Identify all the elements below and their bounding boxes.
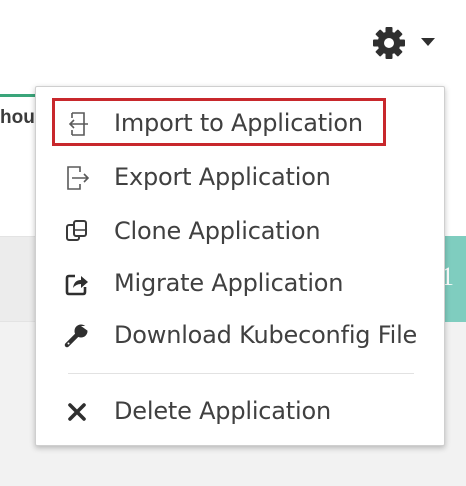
active-tab-indicator	[0, 94, 40, 97]
menu-item-clone-application[interactable]: Clone Application	[36, 207, 444, 255]
selection-highlight	[52, 98, 386, 146]
menu-item-label: Migrate Application	[114, 269, 344, 297]
menu-item-download-kubeconfig-file[interactable]: Download Kubeconfig File	[36, 311, 444, 359]
application-actions-menu: Import to Application Export Application…	[35, 86, 445, 446]
menu-item-label: Clone Application	[114, 217, 321, 245]
settings-button[interactable]	[368, 22, 440, 64]
wrench-icon	[64, 324, 88, 348]
clone-icon	[66, 220, 87, 241]
menu-item-migrate-application[interactable]: Migrate Application	[36, 259, 444, 307]
menu-item-label: Export Application	[114, 163, 331, 191]
menu-item-label: Delete Application	[114, 397, 331, 425]
background-tab-label: hou	[0, 107, 35, 128]
caret-down-icon	[421, 38, 435, 46]
export-icon	[67, 166, 90, 190]
gear-icon	[373, 27, 405, 59]
menu-divider	[68, 373, 414, 374]
close-icon	[68, 403, 86, 421]
migrate-icon	[65, 274, 88, 296]
menu-item-export-application[interactable]: Export Application	[36, 153, 444, 201]
menu-item-delete-application[interactable]: Delete Application	[36, 387, 444, 435]
menu-item-label: Download Kubeconfig File	[114, 321, 418, 349]
